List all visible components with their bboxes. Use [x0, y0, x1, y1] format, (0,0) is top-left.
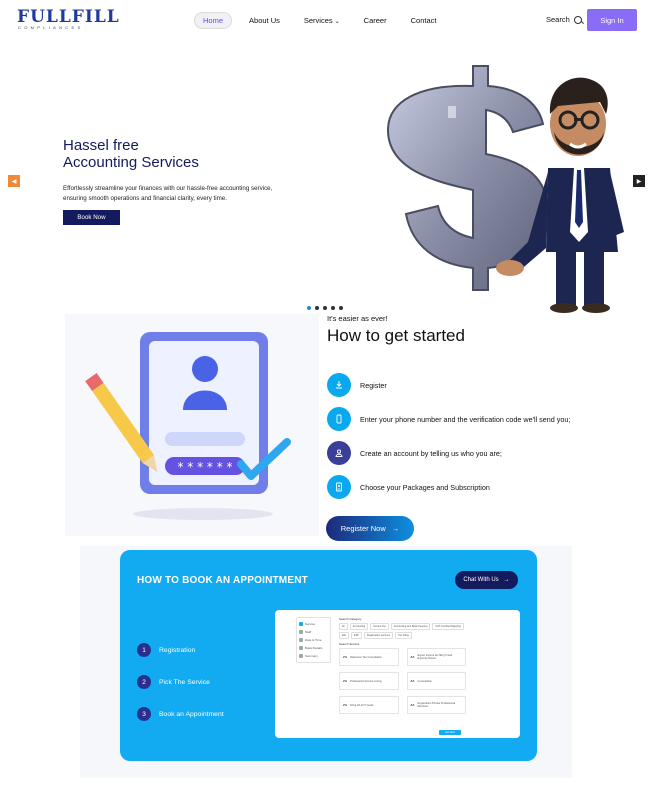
logo-wordmark: FULLFILL	[17, 7, 120, 27]
step-label: Book an Appointment	[159, 710, 224, 718]
hero-title-line2: Accounting Services	[63, 154, 199, 171]
booking-step: 2 Pick The Service	[137, 666, 224, 698]
nav-services-label: Services	[303, 16, 333, 25]
page: FULLFILL COMPLIANCES Home About Us Servi…	[0, 0, 653, 788]
main-nav: Home About Us Services ⌄ Career Contact	[194, 12, 443, 29]
started-title: How to get started	[327, 326, 465, 345]
hero-title-line1: Hassel free	[63, 137, 139, 154]
hero-description: Effortlessly streamline your finances wi…	[63, 185, 273, 202]
mock-heading: Search Category	[339, 617, 362, 621]
mock-card: ZA Reference Tax Consultation	[339, 648, 399, 666]
booking-step: 1 Registration	[137, 634, 224, 666]
chat-label: Chat With Us	[463, 577, 499, 583]
mock-main: Search Category All Accounting Income Ta…	[339, 617, 466, 733]
hero-title: Hassel free Accounting Services	[63, 137, 199, 171]
mock-card: ZA Filing ZA ACT Guide	[339, 696, 399, 714]
mock-tag: Tax Filing	[395, 632, 412, 639]
mock-tag: Income Tax	[370, 623, 389, 630]
carousel-dot[interactable]	[323, 306, 327, 310]
get-started-section: * * * * * * It's easier as ever! How to …	[0, 314, 653, 546]
register-now-button[interactable]: Register Now →	[326, 516, 414, 541]
search-icon	[573, 15, 582, 24]
step-label: Pick The Service	[159, 678, 210, 686]
step-label: Register	[360, 380, 387, 390]
step-phone: Enter your phone number and the verifica…	[327, 402, 570, 436]
chevron-down-icon: ⌄	[334, 19, 340, 25]
download-icon	[327, 373, 351, 397]
mock-tag: ESI	[339, 632, 350, 639]
mock-side-item: Staff	[299, 628, 328, 636]
nav-services[interactable]: Services ⌄	[297, 12, 347, 29]
nav-about-us[interactable]: About Us	[242, 12, 287, 29]
mock-card: ZA Professional Income Listing	[339, 672, 399, 690]
step-number: 3	[137, 707, 151, 721]
mock-tag: Accounting	[349, 623, 369, 630]
hero-illustration	[386, 65, 624, 313]
logo[interactable]: FULLFILL COMPLIANCES	[17, 7, 120, 31]
sign-in-button[interactable]: Sign In	[587, 9, 637, 31]
nav-home[interactable]: Home	[194, 12, 233, 29]
nav-career[interactable]: Career	[357, 12, 394, 29]
booking-step: 3 Book an Appointment	[137, 698, 224, 730]
step-number: 2	[137, 675, 151, 689]
carousel-prev-button[interactable]: ◀	[8, 175, 20, 187]
booking-card: HOW TO BOOK AN APPOINTMENT Chat With Us …	[120, 550, 537, 761]
carousel-dots	[307, 306, 343, 310]
step-register: Register	[327, 368, 570, 402]
mock-cards: ZA Reference Tax Consultation ZA Expert In…	[339, 648, 466, 714]
site-header: FULLFILL COMPLIANCES Home About Us Servi…	[0, 0, 653, 42]
book-now-button[interactable]: Book Now	[63, 210, 120, 225]
arrow-right-icon: →	[503, 577, 510, 583]
mock-side-item: Summary	[299, 652, 328, 660]
mock-tag: Accounting and Book Keeping	[390, 623, 431, 630]
booking-steps: 1 Registration 2 Pick The Service 3 Book…	[137, 634, 224, 730]
mock-side-item: Basic Details	[299, 644, 328, 652]
registration-illustration: * * * * * *	[65, 314, 319, 536]
carousel-dot[interactable]	[331, 306, 335, 310]
chat-with-us-button[interactable]: Chat With Us →	[455, 571, 518, 589]
mock-card: ZA Expert Income tax filing Travel Expens…	[406, 648, 466, 666]
mock-tag: Registration services	[363, 632, 394, 639]
mock-side-item: Date & Time	[299, 636, 328, 644]
step-label: Enter your phone number and the verifica…	[360, 414, 571, 424]
phone-icon	[327, 407, 351, 431]
step-label: Registration	[159, 646, 196, 654]
mock-next-button: Get Next	[439, 730, 461, 735]
mock-tag: All	[339, 623, 348, 630]
mock-card: ZA Registration Private Professional Memb…	[406, 696, 466, 714]
mock-heading: Search Service	[339, 642, 360, 646]
step-account: Create an account by telling us who you …	[327, 436, 570, 470]
carousel-dot[interactable]	[339, 306, 343, 310]
booking-app-screenshot: Service Staff Date & Time Basic Details …	[275, 610, 520, 738]
started-eyebrow: It's easier as ever!	[327, 314, 388, 323]
step-label: Create an account by telling us who you …	[360, 448, 502, 458]
svg-text:* * * * * *: * * * * * *	[177, 460, 232, 474]
document-icon	[327, 475, 351, 499]
hero-carousel: ◀ ▶ Hassel free Accounting Services Effo…	[0, 42, 653, 314]
arrow-right-icon: →	[391, 524, 400, 533]
mock-tags: All Accounting Income Tax Accounting and…	[339, 623, 466, 639]
carousel-dot[interactable]	[307, 306, 311, 310]
step-packages: Choose your Packages and Subscription	[327, 470, 570, 504]
mock-card: ZA Consultation	[406, 672, 466, 690]
mock-side-item: Service	[299, 620, 328, 628]
mock-sidebar: Service Staff Date & Time Basic Details …	[296, 617, 331, 663]
mock-tag: EPF	[351, 632, 362, 639]
nav-contact[interactable]: Contact	[404, 12, 444, 29]
search-label: Search	[546, 15, 570, 24]
register-now-label: Register Now	[340, 524, 386, 533]
step-label: Choose your Packages and Subscription	[360, 482, 490, 492]
step-number: 1	[137, 643, 151, 657]
started-steps: Register Enter your phone number and the…	[327, 368, 570, 504]
carousel-dot[interactable]	[315, 306, 319, 310]
booking-title: HOW TO BOOK AN APPOINTMENT	[137, 575, 308, 586]
search-button[interactable]: Search	[546, 15, 582, 24]
mock-tag: GST Certified Mapping	[432, 623, 464, 630]
user-icon	[327, 441, 351, 465]
